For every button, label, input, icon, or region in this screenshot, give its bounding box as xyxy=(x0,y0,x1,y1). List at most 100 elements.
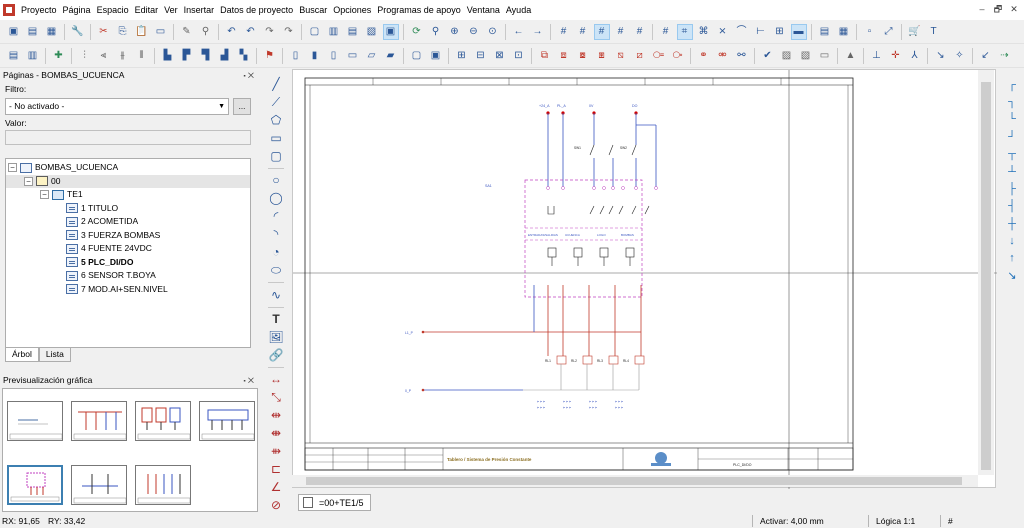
terminal-c-icon[interactable]: ⫵ xyxy=(115,48,131,64)
pages-panel-close-icon[interactable]: ⬝ ✕ xyxy=(243,69,254,82)
dimension-ordinate-icon[interactable]: ⊏ xyxy=(268,461,284,477)
vertical-scrollbar[interactable] xyxy=(978,70,994,475)
grid-a-icon[interactable]: # xyxy=(556,24,572,40)
insert-point-icon[interactable]: ⊞ xyxy=(772,24,788,40)
grid-view-a-icon[interactable]: ⊞ xyxy=(454,48,470,64)
refresh-icon[interactable]: ⟳ xyxy=(409,24,425,40)
rectangle-tool-icon[interactable]: ▭ xyxy=(268,130,284,146)
plc-e-icon[interactable]: ▚ xyxy=(236,48,252,64)
page-f-icon[interactable]: ▰ xyxy=(383,48,399,64)
cart-icon[interactable]: 🛒 xyxy=(907,24,923,40)
menu-opciones[interactable]: Opciones xyxy=(330,0,374,20)
component-e-icon[interactable]: ⧅ xyxy=(613,48,629,64)
tab-arbol[interactable]: Árbol xyxy=(5,348,39,362)
plc-c-icon[interactable]: ▜ xyxy=(198,48,214,64)
menu-ver[interactable]: Ver xyxy=(161,0,181,20)
ellipse-tool-icon[interactable]: ⬭ xyxy=(268,262,284,278)
page-thumbnail[interactable] xyxy=(199,401,255,441)
circle-3pt-tool-icon[interactable]: ◯ xyxy=(268,190,284,206)
component-d-icon[interactable]: ⧆ xyxy=(594,48,610,64)
component-h-icon[interactable]: ⧂ xyxy=(670,48,686,64)
symbol-a-icon[interactable]: ⚭ xyxy=(696,48,712,64)
collapse-icon[interactable]: − xyxy=(24,176,33,186)
tree-page-row[interactable]: 6 SENSOR T.BOYA xyxy=(6,269,250,283)
plc-a-icon[interactable]: ▙ xyxy=(160,48,176,64)
hyperlink-tool-icon[interactable]: 🔗 xyxy=(268,347,284,363)
forward-arrow-icon[interactable]: → xyxy=(530,24,546,40)
preview-panel-close-icon[interactable]: ⬝ ✕ xyxy=(243,374,254,387)
text-tool-icon[interactable]: T xyxy=(926,24,942,40)
view-graphic-icon[interactable]: ▧ xyxy=(364,24,380,40)
redo-icon[interactable]: ↷ xyxy=(262,24,278,40)
tree-page-row-current[interactable]: 5 PLC_DI/DO xyxy=(6,256,250,270)
layer-b-icon[interactable]: ▦ xyxy=(836,24,852,40)
schematic-a-icon[interactable]: ▤ xyxy=(6,48,22,64)
tree-page-row[interactable]: 4 FUENTE 24VDC xyxy=(6,242,250,256)
tree-page-row[interactable]: 1 TITULO xyxy=(6,202,250,216)
t-junction-up-icon[interactable]: ┴ xyxy=(1005,165,1019,179)
sector-tool-icon[interactable]: ◔ xyxy=(268,244,284,260)
filter-select[interactable]: - No activado - ▼ xyxy=(5,97,229,115)
tree-page-row[interactable]: 3 FUERZA BOMBAS xyxy=(6,229,250,243)
value-input[interactable] xyxy=(5,130,251,145)
ortho-icon[interactable]: ⊢ xyxy=(753,24,769,40)
component-a-icon[interactable]: ⧉ xyxy=(537,48,553,64)
corner-b-icon[interactable]: ✧ xyxy=(952,48,968,64)
snap-grid-icon[interactable]: ⌗ xyxy=(676,24,693,40)
paste-icon[interactable]: 📋 xyxy=(134,24,150,40)
restore-icon[interactable]: 🗗 xyxy=(992,3,1004,15)
component-g-icon[interactable]: ⧃ xyxy=(651,48,667,64)
corner-bottom-right-icon[interactable]: ┘ xyxy=(1005,130,1019,144)
eyedropper-icon[interactable]: ⚲ xyxy=(198,24,214,40)
cut-icon[interactable]: ✂ xyxy=(96,24,112,40)
vertical-scroll-thumb[interactable] xyxy=(981,82,991,470)
dimension-base-icon[interactable]: ⇼ xyxy=(268,425,284,441)
symbol-b-icon[interactable]: ⚮ xyxy=(715,48,731,64)
dimension-chain-icon[interactable]: ⇹ xyxy=(268,407,284,423)
t-junction-down-icon[interactable]: ┬ xyxy=(1005,147,1019,161)
dimension-radius-icon[interactable]: ⊘ xyxy=(268,497,284,513)
cross-junction-icon[interactable]: ┼ xyxy=(1005,217,1019,231)
filter-more-button[interactable]: ... xyxy=(233,97,251,115)
page-thumbnail[interactable] xyxy=(71,401,127,441)
expand-icon[interactable]: ⤢ xyxy=(881,24,897,40)
t-junction-right-icon[interactable]: ├ xyxy=(1005,182,1019,196)
connection-icon[interactable]: ⌒ xyxy=(734,24,750,40)
frame-b-icon[interactable]: ▣ xyxy=(428,48,444,64)
corner-top-left-icon[interactable]: ┌ xyxy=(1005,78,1019,92)
tree-page-row[interactable]: 2 ACOMETIDA xyxy=(6,215,250,229)
corner-c-icon[interactable]: ↙ xyxy=(978,48,994,64)
menu-datos-de-proyecto[interactable]: Datos de proyecto xyxy=(217,0,296,20)
page-thumbnail[interactable] xyxy=(135,465,191,505)
layer-a-icon[interactable]: ▤ xyxy=(817,24,833,40)
terminal-d-icon[interactable]: ⫴ xyxy=(134,48,150,64)
horizontal-scroll-thumb[interactable] xyxy=(306,477,962,485)
polygon-tool-icon[interactable]: ⬠ xyxy=(268,112,284,128)
diagonal-icon[interactable]: ↘ xyxy=(1005,269,1019,283)
drawing-canvas[interactable]: Tablero / Sistema de Presión Constante P… xyxy=(292,69,997,489)
minimize-icon[interactable]: – xyxy=(976,3,988,15)
back-arrow-icon[interactable]: ← xyxy=(511,24,527,40)
view-report-icon[interactable]: ▤ xyxy=(345,24,361,40)
menu-espacio[interactable]: Espacio xyxy=(94,0,132,20)
box-icon[interactable]: ▫ xyxy=(862,24,878,40)
undo-list-icon[interactable]: ↶ xyxy=(243,24,259,40)
paste-special-icon[interactable]: ▭ xyxy=(153,24,169,40)
circle-tool-icon[interactable]: ○ xyxy=(268,172,284,188)
symbol-c-icon[interactable]: ⚯ xyxy=(734,48,750,64)
grid-view-d-icon[interactable]: ⊡ xyxy=(511,48,527,64)
page-b-icon[interactable]: ▮ xyxy=(307,48,323,64)
format-brush-icon[interactable]: ✎ xyxy=(179,24,195,40)
hatch-b-icon[interactable]: ▧ xyxy=(798,48,814,64)
menu-programas-de-apoyo[interactable]: Programas de apoyo xyxy=(374,0,464,20)
page-e-icon[interactable]: ▱ xyxy=(364,48,380,64)
terminal-b-icon[interactable]: ⫷ xyxy=(96,48,112,64)
redo-list-icon[interactable]: ↷ xyxy=(281,24,297,40)
collapse-icon[interactable]: − xyxy=(40,190,49,200)
document-tab[interactable]: =00+TE1/5 xyxy=(298,494,371,511)
blank-icon[interactable]: ▭ xyxy=(817,48,833,64)
dimension-angle-icon[interactable]: ∠ xyxy=(268,479,284,495)
page-thumbnail[interactable] xyxy=(7,401,63,441)
dimension-linear-icon[interactable]: ↔ xyxy=(268,371,284,387)
line-tool-icon[interactable]: ╱ xyxy=(268,76,284,92)
